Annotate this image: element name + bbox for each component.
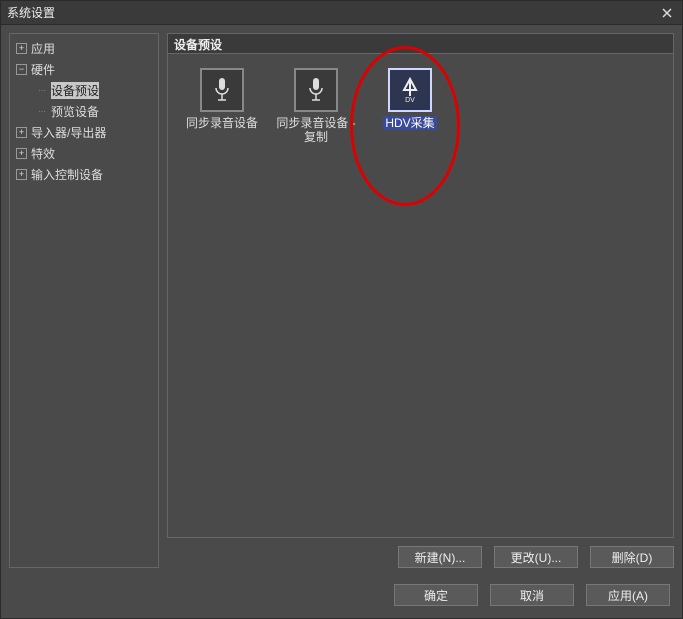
expand-icon[interactable]: + [16,148,27,159]
tree-item-device-preset[interactable]: ⋯ 设备预设 [12,80,156,101]
body-area: + 应用 − 硬件 ⋯ 设备预设 ⋯ 预览设备 + 导入器/导出器 + 特效 [1,25,682,576]
tree-label: 设备预设 [51,82,99,99]
window-title: 系统设置 [7,4,658,21]
cancel-button[interactable]: 取消 [490,584,574,606]
apply-button[interactable]: 应用(A) [586,584,670,606]
change-button[interactable]: 更改(U)... [494,546,578,568]
preset-list: 同步录音设备 同步录音设备 - 复制 DV HDV采集 [167,53,674,538]
tree-item-hardware[interactable]: − 硬件 [12,59,156,80]
mic-icon [294,68,338,112]
preset-label: 同步录音设备 [186,116,258,130]
dialog-footer: 确定 取消 应用(A) [1,576,682,618]
expand-icon[interactable]: + [16,169,27,180]
svg-text:DV: DV [405,97,415,104]
tree-label: 预览设备 [51,103,99,120]
tree-item-input-control[interactable]: + 输入控制设备 [12,164,156,185]
tree-label: 输入控制设备 [31,166,103,183]
new-button[interactable]: 新建(N)... [398,546,482,568]
expand-icon[interactable]: + [16,127,27,138]
ok-button[interactable]: 确定 [394,584,478,606]
system-settings-window: 系统设置 + 应用 − 硬件 ⋯ 设备预设 ⋯ 预览设备 + [0,0,683,619]
tree-leaf-icon: ⋯ [36,106,47,117]
tree-item-preview-device[interactable]: ⋯ 预览设备 [12,101,156,122]
tree-label: 特效 [31,145,55,162]
right-area: 设备预设 同步录音设备 同步录音设备 - 复制 [167,33,674,568]
tree-label: 导入器/导出器 [31,124,106,141]
delete-button[interactable]: 删除(D) [590,546,674,568]
preset-label: HDV采集 [383,116,436,130]
tree-item-effects[interactable]: + 特效 [12,143,156,164]
preset-actions: 新建(N)... 更改(U)... 删除(D) [167,538,674,568]
tree-item-app[interactable]: + 应用 [12,38,156,59]
preset-item-hdv-capture[interactable]: DV HDV采集 [370,68,450,144]
tree-label: 硬件 [31,61,55,78]
preset-item-sync-audio-copy[interactable]: 同步录音设备 - 复制 [276,68,356,144]
tree-panel: + 应用 − 硬件 ⋯ 设备预设 ⋯ 预览设备 + 导入器/导出器 + 特效 [9,33,159,568]
expand-icon[interactable]: + [16,43,27,54]
preset-label: 同步录音设备 - 复制 [276,116,356,144]
close-button[interactable] [658,4,676,22]
mic-icon [200,68,244,112]
preset-row: 同步录音设备 同步录音设备 - 复制 DV HDV采集 [182,68,659,144]
tree-item-importer-exporter[interactable]: + 导入器/导出器 [12,122,156,143]
titlebar: 系统设置 [1,1,682,25]
preset-item-sync-audio[interactable]: 同步录音设备 [182,68,262,144]
close-icon [662,8,672,18]
tree-leaf-icon: ⋯ [36,85,47,96]
tree-label: 应用 [31,40,55,57]
dv-icon: DV [388,68,432,112]
section-header: 设备预设 [167,33,674,53]
collapse-icon[interactable]: − [16,64,27,75]
